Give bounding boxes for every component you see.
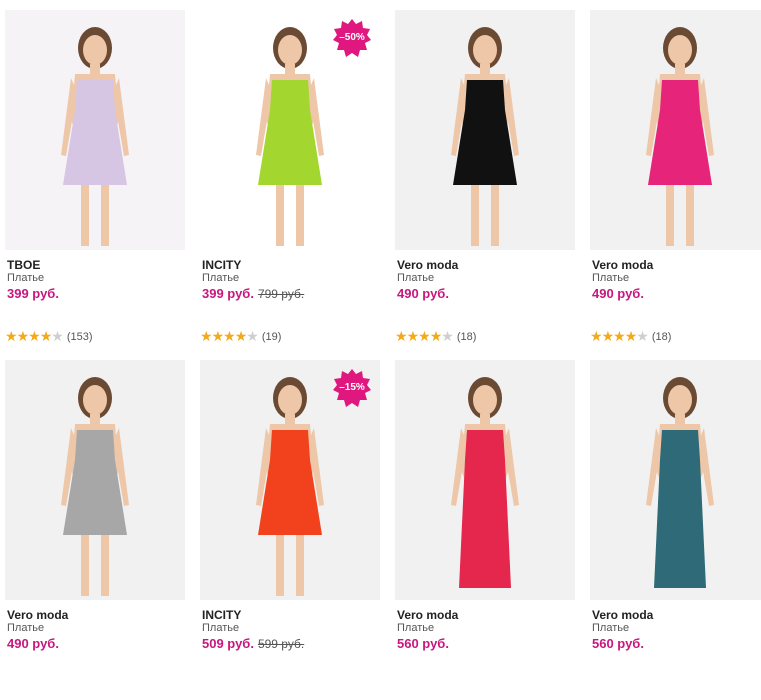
brand-link[interactable]: INCITY (202, 258, 241, 272)
product-card[interactable]: Vero moda Платье 490 руб. (5, 360, 185, 700)
current-price: 490 руб. (592, 286, 644, 301)
brand-link[interactable]: Vero moda (397, 258, 458, 272)
current-price: 490 руб. (7, 636, 59, 651)
product-category: Платье (592, 272, 630, 284)
dress-photo-icon (395, 10, 575, 250)
product-category: Платье (202, 622, 240, 634)
price-row: 399 руб. (7, 286, 59, 301)
discount-badge: –50% (332, 18, 372, 58)
current-price: 509 руб. (202, 636, 254, 651)
product-photo[interactable] (590, 10, 761, 250)
rating[interactable]: ★★★★★ (153) (5, 328, 93, 343)
discount-label: –50% (339, 32, 365, 43)
product-card[interactable]: Vero moda Платье 560 руб. (395, 360, 575, 700)
price-row: 509 руб. 599 руб. (202, 636, 304, 651)
brand-link[interactable]: Vero moda (592, 258, 653, 272)
product-card[interactable]: –15% INCITY Платье 509 руб. 599 руб. (200, 360, 380, 700)
product-card[interactable]: Vero moda Платье 490 руб. ★★★★★ (18) (590, 10, 761, 350)
rating-stars: ★★★★★ (395, 328, 454, 346)
price-row: 490 руб. (397, 286, 449, 301)
star-icon: ★ (636, 328, 649, 344)
current-price: 490 руб. (397, 286, 449, 301)
brand-link[interactable]: Vero moda (397, 608, 458, 622)
review-count[interactable]: (153) (67, 331, 93, 343)
rating-stars: ★★★★★ (590, 328, 649, 346)
price-row: 560 руб. (592, 636, 644, 651)
product-category: Платье (7, 622, 45, 634)
old-price: 599 руб. (257, 637, 305, 651)
brand-link[interactable]: Vero moda (592, 608, 653, 622)
old-price: 799 руб. (257, 287, 305, 301)
discount-label: –15% (339, 382, 365, 393)
product-photo[interactable] (5, 360, 185, 600)
product-photo[interactable] (5, 10, 185, 250)
dress-photo-icon (590, 10, 761, 250)
product-category: Платье (202, 272, 240, 284)
price-row: 560 руб. (397, 636, 449, 651)
price-row: 490 руб. (592, 286, 644, 301)
dress-photo-icon (5, 10, 185, 250)
product-card[interactable]: TBOE Платье 399 руб. ★★★★★ (153) (5, 10, 185, 350)
price-row: 490 руб. (7, 636, 59, 651)
rating[interactable]: ★★★★★ (19) (200, 328, 282, 343)
product-card[interactable]: Vero moda Платье 490 руб. ★★★★★ (18) (395, 10, 575, 350)
product-card[interactable]: Vero moda Платье 560 руб. (590, 360, 761, 700)
review-count[interactable]: (19) (262, 331, 282, 343)
review-count[interactable]: (18) (652, 331, 672, 343)
star-icon: ★ (246, 328, 259, 344)
price-row: 399 руб. 799 руб. (202, 286, 304, 301)
brand-link[interactable]: Vero moda (7, 608, 68, 622)
current-price: 560 руб. (592, 636, 644, 651)
product-card[interactable]: –50% INCITY Платье 399 руб. 799 руб. ★★★★★ (19… (200, 10, 380, 350)
dress-photo-icon (395, 360, 575, 600)
product-photo[interactable] (590, 360, 761, 600)
dress-photo-icon (5, 360, 185, 600)
rating[interactable]: ★★★★★ (18) (395, 328, 477, 343)
current-price: 399 руб. (7, 286, 59, 301)
current-price: 560 руб. (397, 636, 449, 651)
review-count[interactable]: (18) (457, 331, 477, 343)
product-grid: TBOE Платье 399 руб. ★★★★★ (153) –50% INCITY Пл… (0, 0, 761, 651)
star-icon: ★ (441, 328, 454, 344)
product-category: Платье (397, 622, 435, 634)
brand-link[interactable]: TBOE (7, 258, 40, 272)
dress-photo-icon (590, 360, 761, 600)
current-price: 399 руб. (202, 286, 254, 301)
product-category: Платье (592, 622, 630, 634)
star-icon: ★ (51, 328, 64, 344)
product-category: Платье (7, 272, 45, 284)
brand-link[interactable]: INCITY (202, 608, 241, 622)
product-photo[interactable] (395, 360, 575, 600)
rating[interactable]: ★★★★★ (18) (590, 328, 672, 343)
rating-stars: ★★★★★ (200, 328, 259, 346)
product-category: Платье (397, 272, 435, 284)
discount-badge: –15% (332, 368, 372, 408)
product-photo[interactable] (395, 10, 575, 250)
rating-stars: ★★★★★ (5, 328, 64, 346)
